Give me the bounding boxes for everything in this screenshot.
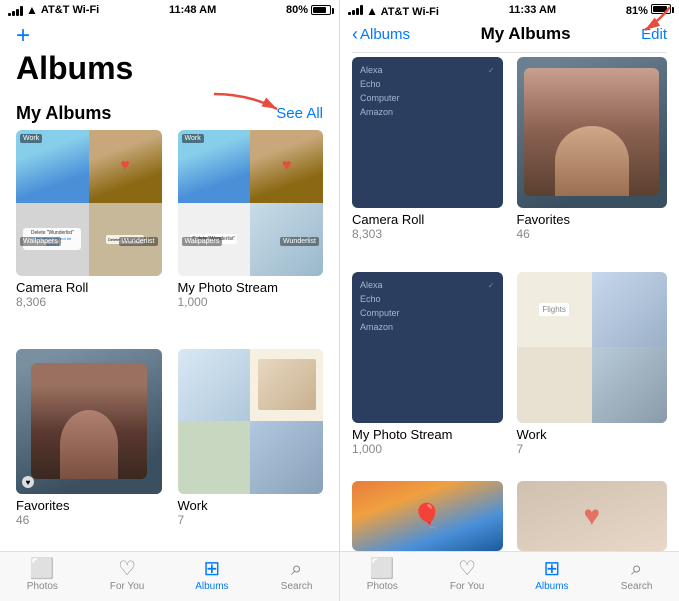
photos-icon: ⬜ [30,559,55,579]
favorites-count: 46 [16,513,162,527]
camera-roll-name: Camera Roll [16,280,162,295]
right-status-bar: ▲ AT&T Wi-Fi 11:33 AM 81% [340,0,679,20]
signal-bars [8,4,23,16]
album-favorites[interactable]: ♥ Favorites 46 [16,349,162,552]
search-label: Search [281,581,313,592]
left-carrier: AT&T Wi-Fi [41,4,99,16]
left-carrier-info: ▲ AT&T Wi-Fi [8,3,99,17]
left-battery-info: 80% [286,4,331,16]
left-albums-grid: Work Delete "Wunderlist"The album will n… [0,130,339,551]
right-tab-for-you[interactable]: ♡ For You [425,559,510,592]
my-albums-label: My Albums [16,103,111,124]
right-album-stream[interactable]: Alexa ✓ Echo Computer Amazon My Photo St… [352,272,503,473]
back-chevron-icon: ‹ [352,25,358,43]
right-albums-label: Albums [535,581,568,592]
right-tab-photos[interactable]: ⬜ Photos [340,559,425,592]
right-nav-bar: ‹ Albums My Albums Edit [340,20,679,52]
albums-label: Albums [195,581,228,592]
right-tab-albums[interactable]: ⊞ Albums [510,559,595,592]
right-favorites-name: Favorites [517,212,668,227]
right-battery-icon [651,4,671,14]
right-carrier: AT&T Wi-Fi [381,6,439,18]
balloon-thumb: 🎈 [352,481,503,551]
right-time: 11:33 AM [509,4,556,16]
work-count: 7 [178,513,324,527]
left-panel: ▲ AT&T Wi-Fi 11:48 AM 80% + Albums My Al… [0,0,340,601]
right-wifi-icon: ▲ [366,4,378,18]
tab-search[interactable]: ⌕ Search [254,559,339,592]
left-status-bar: ▲ AT&T Wi-Fi 11:48 AM 80% [0,0,339,20]
right-stream-name: My Photo Stream [352,427,503,442]
left-battery-pct: 80% [286,4,308,16]
right-favorites-thumb [517,57,668,208]
photo-stream-thumb: Work ♥ Delete "Wunderlist" Wallpapers Wu… [178,130,324,276]
favorites-thumb: ♥ [16,349,162,495]
right-camera-count: 8,303 [352,227,503,241]
album-work[interactable]: Work 7 [178,349,324,552]
albums-icon: ⊞ [203,559,220,579]
see-all-button[interactable]: See All [276,105,323,122]
photo-stream-name: My Photo Stream [178,280,324,295]
edit-button[interactable]: Edit [641,26,667,43]
right-album-camera-roll[interactable]: Alexa ✓ Echo Computer Amazon Camera Roll… [352,57,503,258]
right-work-count: 7 [517,442,668,456]
favorites-name: Favorites [16,498,162,513]
right-camera-name: Camera Roll [352,212,503,227]
photos-label: Photos [27,581,58,592]
heart-thumb: ♥ [517,481,668,551]
album-photo-stream[interactable]: Work ♥ Delete "Wunderlist" Wallpapers Wu… [178,130,324,333]
right-favorites-count: 46 [517,227,668,241]
right-album-work[interactable]: Flights Work 7 [517,272,668,473]
battery-icon [311,5,331,15]
tab-albums[interactable]: ⊞ Albums [170,559,255,592]
right-albums-grid: Alexa ✓ Echo Computer Amazon Camera Roll… [340,53,679,477]
back-button[interactable]: ‹ Albums [352,25,410,43]
left-time: 11:48 AM [169,4,216,16]
right-panel: ▲ AT&T Wi-Fi 11:33 AM 81% ‹ Albums My Al… [340,0,679,601]
right-carrier-info: ▲ AT&T Wi-Fi [348,3,439,18]
right-work-name: Work [517,427,668,442]
for-you-label: For You [110,581,144,592]
camera-roll-thumb: Work Delete "Wunderlist"The album will n… [16,130,162,276]
right-photos-icon: ⬜ [370,559,395,579]
tab-photos[interactable]: ⬜ Photos [0,559,85,592]
right-album-favorites[interactable]: Favorites 46 [517,57,668,258]
right-work-thumb: Flights [517,272,668,423]
my-albums-header: My Albums See All [0,99,339,130]
right-signal-bars [348,3,363,15]
camera-roll-count: 8,306 [16,295,162,309]
right-for-you-icon: ♡ [458,559,476,579]
section-header-container: My Albums See All [0,99,339,130]
right-stream-thumb: Alexa ✓ Echo Computer Amazon [352,272,503,423]
photo-stream-count: 1,000 [178,295,324,309]
partial-albums-row: 🎈 ♥ [340,477,679,551]
album-camera-roll[interactable]: Work Delete "Wunderlist"The album will n… [16,130,162,333]
back-label: Albums [360,26,410,43]
right-battery-pct: 81% [626,5,648,17]
right-stream-count: 1,000 [352,442,503,456]
work-thumb [178,349,324,495]
for-you-icon: ♡ [118,559,136,579]
right-tab-search[interactable]: ⌕ Search [594,559,679,592]
add-button[interactable]: + [16,24,30,48]
right-camera-thumb: Alexa ✓ Echo Computer Amazon [352,57,503,208]
right-for-you-label: For You [450,581,484,592]
tab-for-you[interactable]: ♡ For You [85,559,170,592]
right-search-icon: ⌕ [631,559,642,579]
right-photos-label: Photos [367,581,398,592]
work-name: Work [178,498,324,513]
right-search-label: Search [621,581,653,592]
right-tab-bar: ⬜ Photos ♡ For You ⊞ Albums ⌕ Search [340,551,679,601]
left-tab-bar: ⬜ Photos ♡ For You ⊞ Albums ⌕ Search [0,551,339,601]
nav-title: My Albums [481,24,571,44]
right-battery-info: 81% [626,4,671,17]
search-icon: ⌕ [291,559,302,579]
left-header: + Albums [0,20,339,99]
left-title: Albums [16,48,323,91]
wifi-icon: ▲ [26,3,38,17]
right-albums-icon: ⊞ [543,559,560,579]
